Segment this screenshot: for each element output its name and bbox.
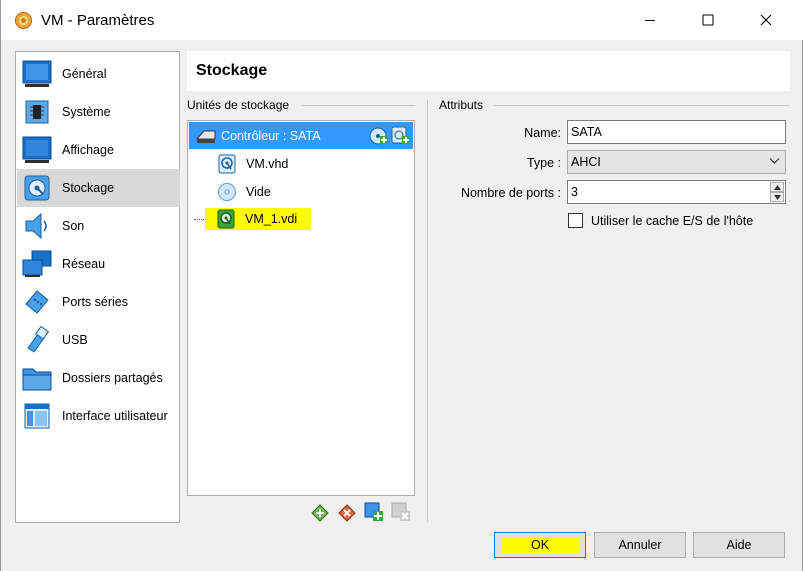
- chip-icon: [21, 96, 53, 128]
- decrement-button[interactable]: [770, 192, 784, 202]
- storage-item-label: Vide: [246, 185, 271, 199]
- sidebar-item-general[interactable]: Général: [17, 55, 180, 93]
- increment-button[interactable]: [770, 182, 784, 192]
- attributes-title: Attributs: [439, 98, 490, 112]
- sidebar-item-system[interactable]: Système: [17, 93, 180, 131]
- general-icon: [21, 58, 53, 90]
- add-attachment-icon[interactable]: [310, 502, 330, 522]
- port-count-value: 3: [571, 185, 578, 199]
- remove-controller-icon[interactable]: [391, 502, 411, 522]
- group-divider: [302, 105, 415, 106]
- add-hard-disk-icon[interactable]: [391, 126, 411, 146]
- panel-divider: [427, 100, 428, 522]
- maximize-icon: [702, 14, 714, 26]
- storage-item-empty[interactable]: Vide: [189, 178, 413, 205]
- ok-button[interactable]: OK: [494, 532, 586, 558]
- network-icon: [21, 248, 53, 280]
- arrow-up-icon: [773, 184, 781, 190]
- title-bar: VM - Paramètres: [1, 0, 803, 40]
- storage-units-title: Unités de stockage: [187, 98, 296, 112]
- port-count-label: Nombre de ports :: [460, 186, 561, 200]
- sidebar-item-label: Son: [62, 219, 85, 233]
- chevron-down-icon: [769, 158, 780, 164]
- close-button[interactable]: [743, 0, 789, 40]
- monitor-icon: [21, 134, 53, 166]
- page-title: Stockage: [196, 62, 268, 79]
- sidebar-item-shared-folders[interactable]: Dossiers partagés: [17, 359, 180, 397]
- type-label: Type :: [526, 156, 561, 170]
- sidebar-item-usb[interactable]: USB: [17, 321, 180, 359]
- storage-tree[interactable]: Contrôleur : SATA VM.vhd Vide: [187, 120, 415, 496]
- serial-port-icon: [21, 286, 53, 318]
- help-button-label: Aide: [726, 538, 752, 552]
- controller-type-select[interactable]: AHCI: [567, 150, 786, 174]
- name-label: Name:: [524, 126, 561, 140]
- sidebar-item-label: USB: [62, 333, 88, 347]
- host-io-cache-checkbox[interactable]: [568, 213, 583, 228]
- controller-label: Contrôleur : SATA: [221, 129, 321, 143]
- hard-disk-icon: [218, 154, 236, 174]
- sidebar-item-display[interactable]: Affichage: [17, 131, 180, 169]
- controller-name-input[interactable]: SATA: [567, 120, 786, 144]
- sidebar-item-label: Système: [62, 105, 111, 119]
- host-io-cache-label[interactable]: Utiliser le cache E/S de l'hôte: [591, 214, 753, 228]
- sidebar-item-label: Ports séries: [62, 295, 128, 309]
- page-header: Stockage: [187, 51, 790, 91]
- group-divider: [494, 105, 789, 106]
- storage-item-vm-vhd[interactable]: VM.vhd: [189, 150, 413, 177]
- hard-disk-icon: [217, 209, 235, 229]
- sidebar-item-label: Réseau: [62, 257, 106, 271]
- remove-attachment-icon[interactable]: [337, 502, 357, 522]
- sidebar-item-storage[interactable]: Stockage: [17, 169, 180, 207]
- storage-disk-icon: [21, 172, 53, 204]
- sidebar-item-sound[interactable]: Son: [17, 207, 180, 245]
- add-optical-drive-icon[interactable]: [369, 126, 389, 146]
- speaker-icon: [21, 210, 53, 242]
- minimize-icon: [645, 20, 655, 21]
- sidebar-item-serial-ports[interactable]: Ports séries: [17, 283, 180, 321]
- usb-icon: [21, 324, 53, 356]
- port-count-stepper[interactable]: 3: [567, 180, 786, 204]
- settings-category-list: Général Système Affichage Stockage Son R…: [15, 51, 180, 523]
- user-interface-icon: [21, 400, 53, 432]
- type-value: AHCI: [571, 155, 601, 169]
- window-title: VM - Paramètres: [41, 12, 155, 29]
- sidebar-item-network[interactable]: Réseau: [17, 245, 180, 283]
- folder-icon: [21, 362, 53, 394]
- help-button[interactable]: Aide: [693, 532, 785, 558]
- add-controller-icon[interactable]: [364, 502, 384, 522]
- sidebar-item-label: Général: [62, 67, 107, 81]
- close-icon: [760, 14, 772, 26]
- optical-disc-icon: [218, 183, 236, 201]
- storage-item-vm1-vdi[interactable]: VM_1.vdi: [188, 205, 412, 232]
- sidebar-item-user-interface[interactable]: Interface utilisateur: [17, 397, 180, 435]
- settings-window: VM - Paramètres Général Système Affichag…: [0, 0, 803, 571]
- cancel-button[interactable]: Annuler: [594, 532, 686, 558]
- controller-icon: [195, 130, 216, 143]
- ok-button-label: OK: [530, 538, 550, 552]
- sidebar-item-label: Interface utilisateur: [62, 409, 168, 423]
- arrow-down-icon: [773, 194, 781, 200]
- controller-row-sata[interactable]: Contrôleur : SATA: [189, 122, 413, 149]
- sidebar-item-label: Stockage: [62, 181, 115, 195]
- storage-item-label: VM.vhd: [246, 157, 289, 171]
- sidebar-item-label: Dossiers partagés: [62, 371, 163, 385]
- sidebar-item-label: Affichage: [62, 143, 114, 157]
- cancel-button-label: Annuler: [618, 538, 662, 552]
- storage-item-label: VM_1.vdi: [245, 212, 298, 226]
- minimize-button[interactable]: [627, 0, 673, 40]
- virtualbox-gear-icon: [14, 11, 33, 30]
- maximize-button[interactable]: [685, 0, 731, 40]
